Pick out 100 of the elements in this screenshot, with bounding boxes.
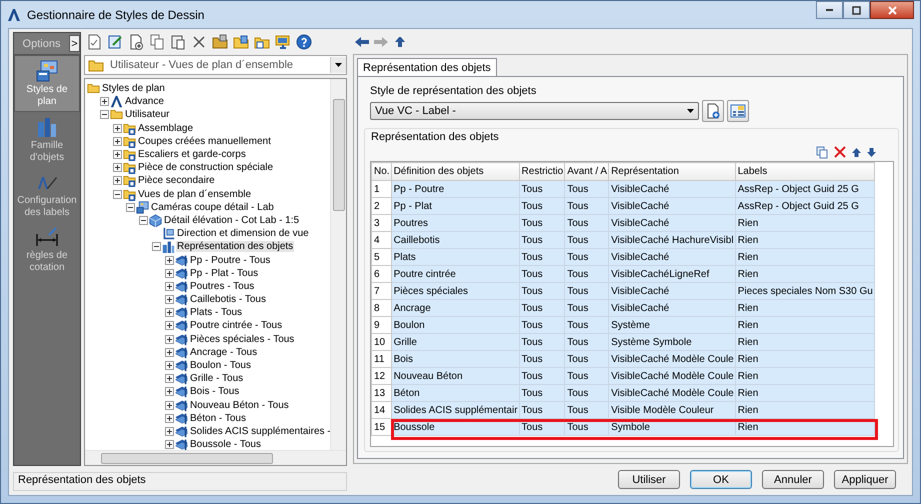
expand-icon[interactable] (113, 124, 122, 133)
expand-icon[interactable] (100, 97, 109, 106)
expand-button[interactable]: > (69, 35, 80, 52)
move-down-button[interactable] (865, 146, 878, 158)
expand-icon[interactable] (165, 426, 174, 436)
path-dropdown[interactable]: Utilisateur - Vues de plan d´ensemble (84, 55, 347, 75)
expand-icon[interactable] (165, 374, 174, 384)
expand-icon[interactable] (165, 440, 174, 450)
tree-item[interactable]: Plats - Tous (189, 307, 244, 318)
tree-item[interactable]: Utilisateur (124, 109, 170, 120)
vertical-scrollbar[interactable] (330, 79, 346, 450)
column-header[interactable]: Restrictio (519, 162, 565, 180)
tree-item[interactable]: Coupes créées manuellement (137, 136, 272, 147)
tree-item[interactable]: Caméras coupe détail - Lab (150, 202, 275, 213)
tree-item[interactable]: Styles de plan (101, 83, 166, 94)
tree-item[interactable]: Assemblage (137, 122, 194, 134)
tree-item[interactable]: Nouveau Béton - Tous (189, 400, 290, 411)
expand-icon[interactable] (165, 361, 174, 370)
style-dropdown[interactable]: Vue VC - Label - (370, 102, 699, 120)
column-header[interactable]: Définition des objets (391, 162, 520, 180)
dialog-button[interactable]: OK (690, 470, 752, 489)
move-up-button[interactable] (850, 146, 863, 158)
expand-icon[interactable] (165, 256, 174, 265)
maximize-icon (852, 6, 861, 14)
table-cell: Tous (519, 300, 565, 316)
expand-icon[interactable] (165, 414, 174, 423)
tree-item[interactable]: Boulon - Tous (189, 360, 252, 372)
expand-icon[interactable] (165, 387, 174, 396)
minimize-button[interactable] (816, 1, 843, 19)
folder-button[interactable] (210, 33, 230, 51)
expand-icon[interactable] (113, 150, 122, 160)
expand-icon[interactable] (165, 268, 174, 278)
delete-button[interactable] (832, 145, 848, 159)
table-cell: Plats (391, 248, 520, 266)
tree-item[interactable]: Pièce de construction spéciale (137, 162, 274, 174)
tree-item[interactable]: Grille - Tous (189, 373, 244, 384)
tree-item[interactable]: Direction et dimension de vue (176, 228, 310, 240)
expand-icon[interactable] (165, 321, 174, 330)
collapse-icon[interactable] (126, 202, 135, 212)
new-style-button[interactable] (702, 100, 724, 122)
expand-icon[interactable] (113, 176, 122, 186)
tab[interactable]: Représentation des objets (357, 58, 497, 76)
tree-item[interactable]: Poutres - Tous (189, 280, 256, 292)
expand-icon[interactable] (165, 282, 174, 291)
dialog-button[interactable]: Annuler (762, 470, 824, 489)
folder-icon (123, 134, 136, 148)
maximize-button[interactable] (843, 1, 870, 19)
tree-item[interactable]: Pièce secondaire (137, 175, 216, 186)
close-button[interactable] (870, 1, 914, 19)
dialog-button[interactable]: Appliquer (834, 470, 896, 489)
back-arrow-button[interactable] (353, 36, 371, 48)
collapse-icon[interactable] (152, 242, 161, 252)
horizontal-scrollbar[interactable] (85, 450, 346, 465)
tree-item[interactable]: Béton - Tous (189, 412, 247, 424)
tree-item[interactable]: Représentation des objets (176, 241, 294, 252)
expand-icon[interactable] (165, 400, 174, 410)
collapse-icon[interactable] (139, 216, 148, 225)
tree-item[interactable]: Ancrage - Tous (189, 346, 258, 358)
column-header[interactable]: No. (372, 162, 392, 180)
folder-button[interactable] (231, 33, 251, 51)
tree-item[interactable]: Pp - Poutre - Tous (189, 254, 272, 266)
copy-icon (149, 34, 165, 50)
tree-item[interactable]: Boussole - Tous (189, 439, 262, 450)
logo-icon (110, 95, 123, 108)
tree-item[interactable]: Pièces spéciales - Tous (189, 334, 296, 345)
row-number: 11 (372, 350, 392, 368)
delete-icon (191, 34, 207, 50)
forward-arrow-icon (374, 37, 388, 47)
tree-item[interactable]: Pp - Plat - Tous (189, 268, 260, 279)
tree-item[interactable]: Bois - Tous (189, 386, 240, 398)
tree-item[interactable]: Advance (124, 96, 165, 108)
close-icon (888, 6, 896, 14)
copy-button[interactable] (814, 144, 830, 160)
tree-item[interactable]: Solides ACIS supplémentaires - (189, 426, 330, 437)
row-number: 2 (372, 198, 392, 214)
table-cell: Pp - Poutre (391, 180, 520, 198)
tree-item[interactable]: Poutre cintrée - Tous (189, 320, 284, 332)
tree-item[interactable]: Vues de plan d´ensemble (137, 188, 252, 200)
column-header[interactable]: Représentation (608, 162, 736, 180)
axes-icon (162, 227, 175, 240)
expand-icon[interactable] (113, 163, 122, 172)
table-cell: Tous (519, 180, 565, 198)
table-cell: AssRep - Object Guid 25 G (735, 180, 874, 198)
tree-item[interactable]: Escaliers et garde-corps (137, 149, 247, 160)
column-header[interactable]: Avant / A (564, 162, 609, 180)
tree-item[interactable]: Détail élévation - Cot Lab - 1:5 (163, 214, 300, 226)
expand-icon[interactable] (165, 334, 174, 344)
help-button[interactable] (294, 33, 314, 51)
collapse-icon[interactable] (100, 110, 109, 120)
expand-icon[interactable] (113, 136, 122, 146)
properties-button[interactable] (727, 100, 749, 122)
expand-icon[interactable] (165, 348, 174, 357)
column-header[interactable]: Labels (735, 162, 874, 180)
sidebar-item[interactable]: règles de cotation (14, 222, 80, 277)
beam-icon (175, 385, 188, 398)
expand-icon[interactable] (165, 308, 174, 318)
tree-item[interactable]: Caillebotis - Tous (189, 294, 267, 306)
collapse-icon[interactable] (113, 190, 122, 199)
expand-icon[interactable] (165, 295, 174, 304)
dialog-button[interactable]: Utiliser (618, 470, 680, 489)
